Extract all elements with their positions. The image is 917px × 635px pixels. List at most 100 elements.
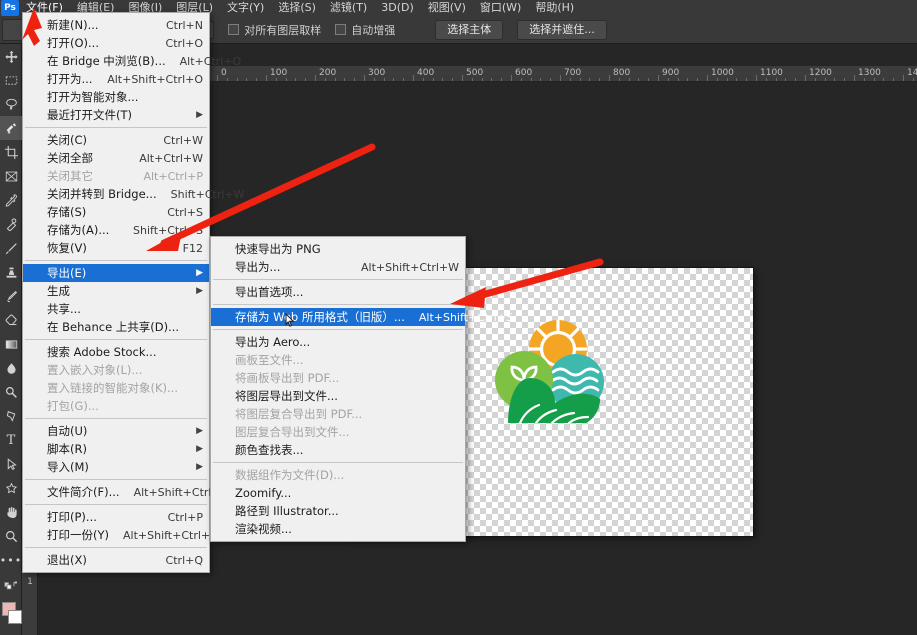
spot-healing-brush-tool[interactable] (0, 212, 22, 236)
menubar-item-10[interactable]: 帮助(H) (528, 0, 581, 16)
select-and-mask-button[interactable]: 选择并遮住... (517, 19, 607, 40)
menu-item-file-menu-0[interactable]: 新建(N)... Ctrl+N (23, 16, 209, 34)
menu-item-export-menu-7[interactable]: 将图层导出到文件... (211, 387, 465, 405)
ruler-h-minor-tick (432, 78, 434, 81)
history-brush-tool[interactable] (0, 284, 22, 308)
ruler-h-minor-tick (883, 78, 885, 81)
ruler-h-minor-tick (246, 78, 248, 81)
lasso-tool[interactable] (0, 92, 22, 116)
ruler-h-minor-tick (364, 75, 365, 81)
menu-item-label: 打包(G)... (47, 399, 99, 413)
menubar-item-6[interactable]: 滤镜(T) (323, 0, 374, 16)
checkbox-box-auto-enhance[interactable] (335, 24, 347, 35)
eraser-tool[interactable] (0, 308, 22, 332)
menubar-item-8[interactable]: 视图(V) (421, 0, 473, 16)
menu-separator (25, 260, 207, 261)
menu-item-export-menu-2[interactable]: 导出首选项... (211, 283, 465, 301)
menu-item-file-menu-13[interactable]: 导出(E) ▶ (23, 264, 209, 282)
menu-item-file-menu-11[interactable]: 存储为(A)... Shift+Ctrl+S (23, 221, 209, 239)
menu-item-shortcut: Alt+Shift+Ctrl+P (123, 528, 217, 542)
menu-item-label: 恢复(V) (47, 241, 87, 255)
menu-item-file-menu-7[interactable]: 关闭全部 Alt+Ctrl+W (23, 149, 209, 167)
background-color-swatch[interactable] (8, 610, 22, 624)
sample-all-layers-checkbox[interactable]: 对所有图层取样 (228, 22, 321, 38)
gradient-tool[interactable] (0, 332, 22, 356)
ruler-h-minor-tick (638, 78, 640, 81)
menu-item-file-menu-16[interactable]: 在 Behance 上共享(D)... (23, 318, 209, 336)
menu-item-file-menu-21[interactable]: 自动(U) ▶ (23, 422, 209, 440)
menu-item-file-menu-25[interactable]: 打印(P)... Ctrl+P (23, 508, 209, 526)
path-selection-tool[interactable] (0, 452, 22, 476)
ruler-h-tick-14: 1000 (711, 68, 734, 78)
color-swatches[interactable] (0, 600, 22, 630)
menu-item-file-menu-27[interactable]: 退出(X) Ctrl+Q (23, 551, 209, 569)
menu-item-export-menu-4[interactable]: 导出为 Aero... (211, 333, 465, 351)
clone-stamp-tool[interactable] (0, 260, 22, 284)
type-tool[interactable]: T (0, 428, 22, 452)
menu-item-file-menu-9[interactable]: 关闭并转到 Bridge... Shift+Ctrl+W (23, 185, 245, 203)
hand-tool[interactable] (0, 500, 22, 524)
frame-tool[interactable] (0, 164, 22, 188)
menu-item-file-menu-24[interactable]: 文件简介(F)... Alt+Shift+Ctrl+I (23, 483, 224, 501)
menu-item-file-menu-12[interactable]: 恢复(V) F12 (23, 239, 209, 257)
blur-tool[interactable] (0, 356, 22, 380)
menu-item-export-menu-14[interactable]: 渲染视频... (211, 520, 465, 538)
menu-item-file-menu-23[interactable]: 导入(M) ▶ (23, 458, 209, 476)
file-dropdown-menu[interactable]: 新建(N)... Ctrl+N 打开(O)... Ctrl+O 在 Bridge 中浏览… (22, 12, 245, 573)
select-subject-button[interactable]: 选择主体 (435, 19, 504, 40)
ruler-h-tick-10: 600 (515, 68, 533, 78)
menu-item-label: 存储为 Web 所用格式（旧版）... (235, 310, 405, 324)
menu-item-file-menu-8: 关闭其它 Alt+Ctrl+P (23, 167, 209, 185)
quick-selection-tool[interactable] (0, 116, 22, 140)
ruler-h-tick-13: 900 (662, 68, 680, 78)
menu-item-export-menu-13[interactable]: 路径到 Illustrator... (211, 502, 465, 520)
menu-item-file-menu-14[interactable]: 生成 ▶ (23, 282, 209, 300)
menubar-item-5[interactable]: 选择(S) (271, 0, 323, 16)
menu-item-file-menu-26[interactable]: 打印一份(Y) Alt+Shift+Ctrl+P (23, 526, 217, 544)
ruler-h-minor-tick (775, 78, 777, 81)
menu-item-file-menu-17[interactable]: 搜索 Adobe Stock... (23, 343, 209, 361)
ruler-h-minor-tick (687, 78, 689, 81)
menu-item-file-menu-1[interactable]: 打开(O)... Ctrl+O (23, 34, 209, 52)
rectangular-marquee-tool[interactable] (0, 68, 22, 92)
move-tool[interactable] (0, 44, 22, 68)
menu-item-export-menu-1[interactable]: 导出为... Alt+Shift+Ctrl+W (211, 258, 465, 276)
menu-item-file-menu-2[interactable]: 在 Bridge 中浏览(B)... Alt+Ctrl+O (23, 52, 241, 70)
menu-item-file-menu-4[interactable]: 打开为智能对象... (23, 88, 209, 106)
ruler-h-minor-tick (903, 75, 904, 81)
menu-item-file-menu-6[interactable]: 关闭(C) Ctrl+W (23, 131, 209, 149)
eyedropper-tool[interactable] (0, 188, 22, 212)
menu-item-file-menu-22[interactable]: 脚本(R) ▶ (23, 440, 209, 458)
export-submenu[interactable]: 快速导出为 PNG 导出为... Alt+Shift+Ctrl+W 导出首选项... 存… (210, 236, 513, 542)
ruler-h-tick-7: 300 (368, 68, 386, 78)
ruler-h-minor-tick (609, 75, 610, 81)
menu-item-file-menu-3[interactable]: 打开为... Alt+Shift+Ctrl+O (23, 70, 209, 88)
menubar-item-9[interactable]: 窗口(W) (473, 0, 528, 16)
pen-tool[interactable] (0, 404, 22, 428)
menu-item-label: 导出为... (235, 260, 281, 274)
default-colors-and-swap-icon[interactable] (0, 572, 22, 596)
auto-enhance-checkbox[interactable]: 自动增强 (335, 22, 395, 38)
menu-item-export-menu-0[interactable]: 快速导出为 PNG (211, 240, 465, 258)
menu-item-label: 打印一份(Y) (47, 528, 109, 542)
menu-item-file-menu-15[interactable]: 共享... (23, 300, 209, 318)
menu-item-file-menu-5[interactable]: 最近打开文件(T) ▶ (23, 106, 209, 124)
menu-item-file-menu-10[interactable]: 存储(S) Ctrl+S (23, 203, 209, 221)
menu-item-file-menu-19: 置入链接的智能对象(K)... (23, 379, 209, 397)
menu-item-label: 渲染视频... (235, 522, 292, 536)
brush-tool[interactable] (0, 236, 22, 260)
edit-toolbar-tool[interactable]: ••• (0, 548, 22, 572)
zoom-tool[interactable] (0, 524, 22, 548)
custom-shape-tool[interactable] (0, 476, 22, 500)
menu-item-export-menu-3[interactable]: 存储为 Web 所用格式（旧版）... Alt+Shift+Ctrl+S (211, 308, 513, 327)
ruler-h-minor-tick (256, 78, 258, 81)
menubar-item-7[interactable]: 3D(D) (374, 0, 421, 16)
crop-tool[interactable] (0, 140, 22, 164)
menu-item-label: 新建(N)... (47, 18, 99, 32)
menu-item-export-menu-10[interactable]: 颜色查找表... (211, 441, 465, 459)
ruler-h-minor-tick (236, 78, 238, 81)
menubar-item-4[interactable]: 文字(Y) (220, 0, 271, 16)
checkbox-box-sample-all-layers[interactable] (228, 24, 240, 35)
dodge-tool[interactable] (0, 380, 22, 404)
menu-item-export-menu-12[interactable]: Zoomify... (211, 484, 465, 502)
